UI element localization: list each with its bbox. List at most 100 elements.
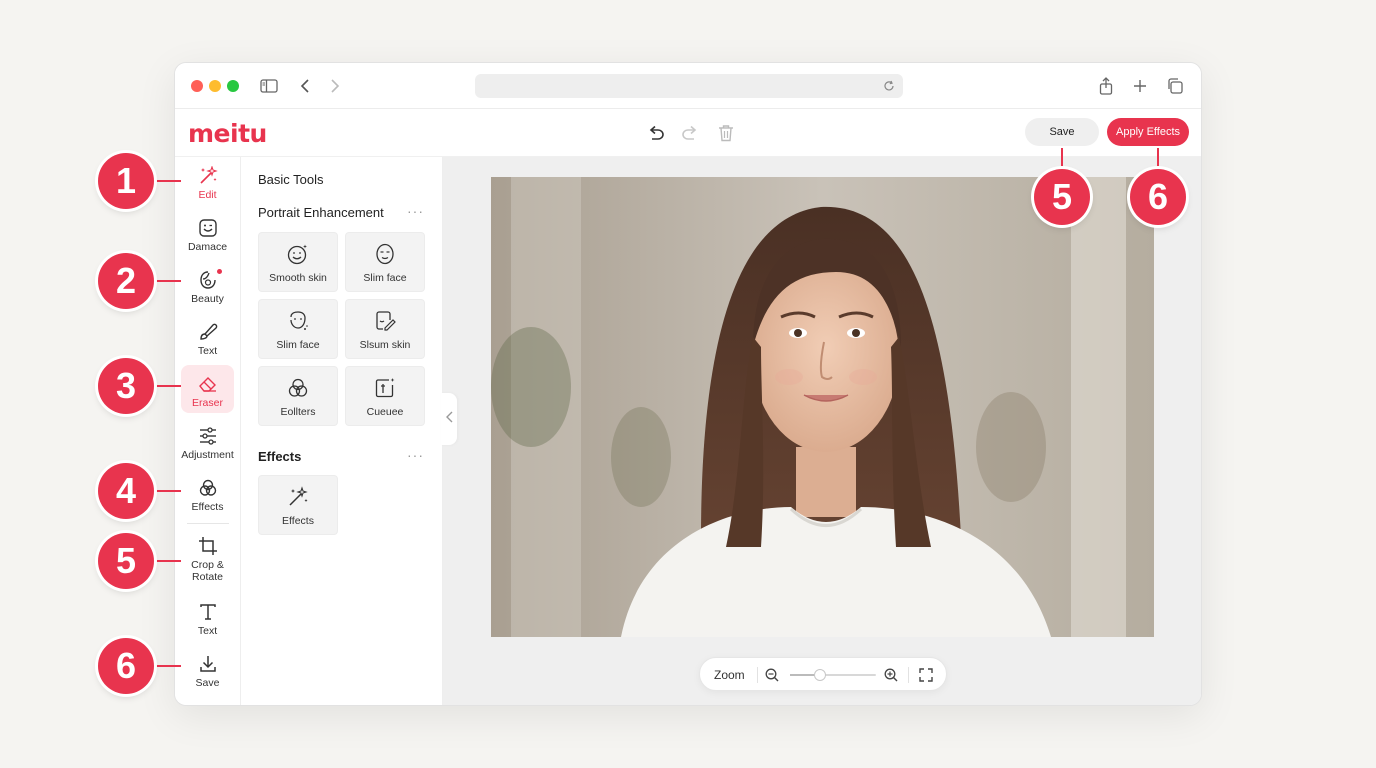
redo-icon[interactable] <box>678 121 702 145</box>
sidebar-item-label: Adjustment <box>181 449 234 461</box>
share-icon[interactable] <box>1094 74 1118 98</box>
app-header: meitu Save Apply Effects <box>175 109 1201 157</box>
chevron-left-icon <box>445 410 453 428</box>
tool-smooth-skin[interactable]: Smooth skin <box>258 232 338 292</box>
sidebar-item-label: Save <box>195 677 220 689</box>
crop-icon <box>197 535 219 557</box>
browser-window: meitu Save Apply Effects Edit Damace Bea… <box>174 62 1202 706</box>
zoom-divider <box>757 667 758 683</box>
undo-icon[interactable] <box>644 121 668 145</box>
sidebar-item-text[interactable]: Text <box>181 593 234 641</box>
reload-icon[interactable] <box>881 78 897 94</box>
trash-icon[interactable] <box>714 121 738 145</box>
zoom-label: Zoom <box>714 668 745 682</box>
tool-label: Slim face <box>276 339 320 351</box>
sidebar-item-adjustment[interactable]: Adjustment <box>181 417 234 465</box>
meitu-logo[interactable]: meitu <box>188 119 267 148</box>
more-options-icon[interactable]: ··· <box>407 447 424 463</box>
sidebar-item-label: Text <box>197 345 218 357</box>
sidebar-item-edit[interactable]: Edit <box>181 157 234 205</box>
new-tab-icon[interactable] <box>1128 74 1152 98</box>
tool-label: Smooth skin <box>269 272 327 284</box>
callout-badge-5: 5 <box>98 533 154 589</box>
sidebar-item-label: Effects <box>191 501 224 513</box>
back-icon[interactable] <box>293 74 317 98</box>
sidebar-icon[interactable] <box>257 74 281 98</box>
eraser-icon <box>197 373 219 395</box>
callout-badge-1: 1 <box>98 153 154 209</box>
sidebar-item-damace[interactable]: Damace <box>181 209 234 257</box>
magic-wand-icon <box>286 485 310 509</box>
tool-label: Slsum skin <box>359 339 411 351</box>
more-options-icon[interactable]: ··· <box>407 203 424 219</box>
sidebar-item-beauty[interactable]: Beauty <box>181 261 234 309</box>
collapse-panel-button[interactable] <box>441 393 457 445</box>
save-button[interactable]: Save <box>1025 118 1099 146</box>
adjust-frame-icon <box>373 376 397 400</box>
circles-icon <box>197 477 219 499</box>
notification-dot <box>216 269 222 274</box>
sidebar-item-effects[interactable]: Effects <box>181 469 234 517</box>
sliders-icon <box>197 425 219 447</box>
callout-badge-2: 2 <box>98 253 154 309</box>
callout-badge-6-apply: 6 <box>1130 169 1186 225</box>
callout-line <box>152 560 181 562</box>
tool-slsum-skin[interactable]: Slsum skin <box>345 299 425 359</box>
tool-label: Effects <box>282 515 314 527</box>
zoom-out-icon[interactable] <box>763 666 781 684</box>
maximize-window-button[interactable] <box>227 80 239 92</box>
sidebar-item-label: Damace <box>187 241 228 253</box>
address-bar[interactable] <box>475 74 903 98</box>
sidebar-item-eraser[interactable]: Eraser <box>181 365 234 413</box>
beauty-face-icon <box>197 269 222 291</box>
filters-icon <box>286 376 310 400</box>
sidebar-item-label: Crop & Rotate <box>191 559 224 583</box>
panel-title: Basic Tools <box>258 172 324 187</box>
tool-slim-face[interactable]: Slim face <box>345 232 425 292</box>
download-icon <box>197 653 219 675</box>
tool-effects[interactable]: Effects <box>258 475 338 535</box>
fit-screen-icon[interactable] <box>917 666 935 684</box>
sidebar-divider <box>187 523 229 524</box>
callout-line <box>152 385 181 387</box>
tool-label: Eollters <box>280 406 316 418</box>
face-edit-icon <box>373 309 397 333</box>
zoom-divider <box>908 667 909 683</box>
text-icon <box>197 601 219 623</box>
callout-badge-4: 4 <box>98 463 154 519</box>
tool-cueuee[interactable]: Cueuee <box>345 366 425 426</box>
slim-face-icon <box>373 242 397 266</box>
tool-sidebar: Edit Damace Beauty Text Eraser Adjustmen… <box>175 157 241 705</box>
callout-line <box>152 665 181 667</box>
tool-slim-face-2[interactable]: Slim face <box>258 299 338 359</box>
callout-line <box>152 490 181 492</box>
smooth-skin-icon <box>286 242 310 266</box>
forward-icon[interactable] <box>323 74 347 98</box>
tool-eollters[interactable]: Eollters <box>258 366 338 426</box>
sidebar-item-label: Beauty <box>191 293 224 305</box>
tool-label: Cueuee <box>366 406 404 418</box>
tool-label: Slim face <box>363 272 407 284</box>
face-frame-icon <box>197 217 219 239</box>
sidebar-item-save[interactable]: Save <box>181 645 234 693</box>
close-window-button[interactable] <box>191 80 203 92</box>
zoom-in-icon[interactable] <box>882 666 900 684</box>
callout-line <box>152 180 181 182</box>
sidebar-item-label: Text <box>197 625 218 637</box>
callout-badge-5-save: 5 <box>1034 169 1090 225</box>
callout-badge-6: 6 <box>98 638 154 694</box>
portrait-photo[interactable] <box>491 177 1154 637</box>
sidebar-item-label: Edit <box>198 189 217 201</box>
zoom-slider[interactable] <box>790 669 876 681</box>
face-dots-icon <box>286 309 310 333</box>
sidebar-item-crop-rotate[interactable]: Crop & Rotate <box>181 527 234 583</box>
callout-line <box>152 280 181 282</box>
zoom-slider-handle[interactable] <box>814 669 826 681</box>
sidebar-item-text-brush[interactable]: Text <box>181 313 234 361</box>
minimize-window-button[interactable] <box>209 80 221 92</box>
tool-panel: Basic Tools Portrait Enhancement ··· Smo… <box>241 157 443 705</box>
canvas-area: Zoom <box>443 157 1201 705</box>
tabs-icon[interactable] <box>1163 74 1187 98</box>
apply-effects-button[interactable]: Apply Effects <box>1107 118 1189 146</box>
section-title-portrait: Portrait Enhancement <box>258 205 384 220</box>
